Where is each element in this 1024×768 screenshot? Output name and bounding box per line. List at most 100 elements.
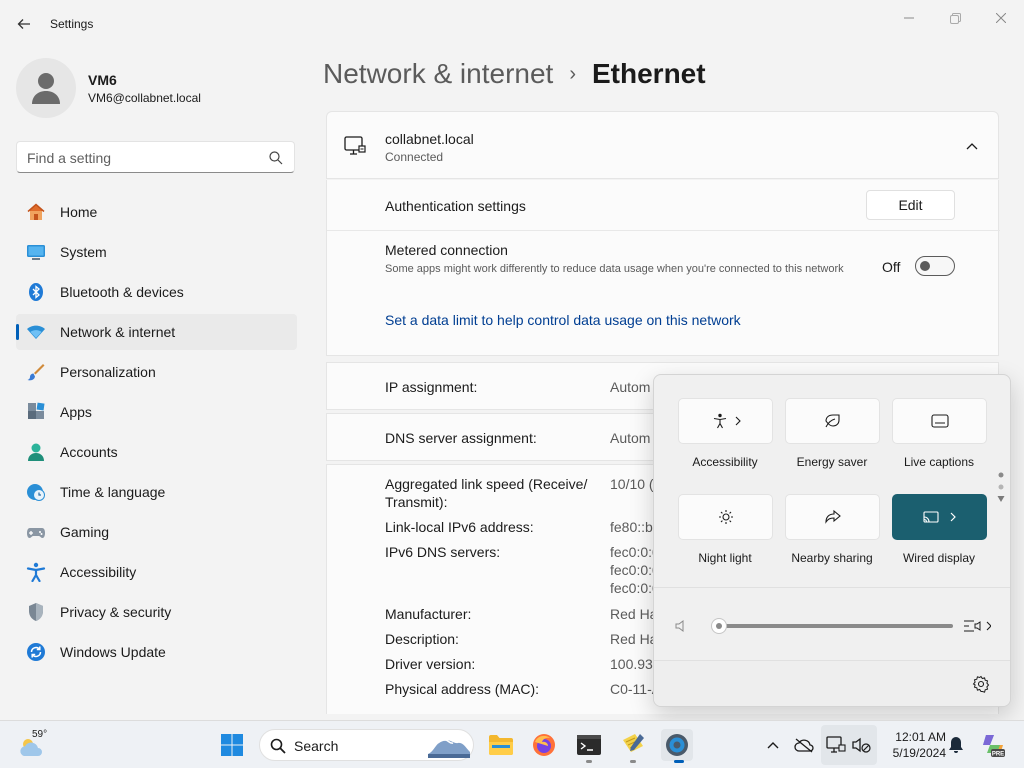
link-local-ipv6-value: fe80::b (610, 519, 653, 535)
search-input[interactable] (27, 148, 257, 168)
accounts-icon (28, 443, 44, 461)
leaf-icon (824, 414, 840, 428)
sidebar-item-network[interactable]: Network & internet (16, 314, 297, 350)
driver-version-value: 100.93. (610, 656, 657, 672)
volume-slider-thumb[interactable] (711, 618, 727, 634)
sidebar-item-bluetooth[interactable]: Bluetooth & devices (16, 274, 297, 310)
gear-icon (666, 734, 688, 756)
back-arrow-icon (17, 19, 30, 29)
gamepad-icon (27, 528, 45, 538)
sidebar-item-label: Network & internet (60, 324, 176, 340)
metered-connection-toggle[interactable] (915, 256, 955, 276)
folder-icon (489, 735, 513, 755)
ip-assignment-label: IP assignment: (385, 379, 478, 395)
divider (327, 230, 1000, 231)
sidebar-item-privacy[interactable]: Privacy & security (16, 594, 297, 630)
sidebar-item-personalization[interactable]: Personalization (16, 354, 297, 390)
shield-icon (29, 603, 43, 621)
firefox-button[interactable] (528, 729, 560, 761)
find-setting-search[interactable] (16, 141, 295, 173)
sidebar-item-time-language[interactable]: Time & language (16, 474, 297, 510)
sidebar-item-label: Apps (60, 404, 92, 420)
onedrive-button[interactable] (794, 735, 814, 755)
show-hidden-icons-button[interactable] (763, 735, 783, 755)
sidebar-nav: Home System Bluetooth & devices Network … (16, 194, 297, 674)
clock-time[interactable]: 12:01 AM (880, 730, 946, 744)
svg-text:PRE: PRE (992, 752, 1004, 758)
edit-button[interactable]: Edit (866, 190, 955, 220)
collapse-button[interactable] (962, 136, 982, 156)
sidebar-item-label: Home (60, 204, 98, 220)
tile-label: Nearby sharing (791, 551, 873, 565)
avatar[interactable] (16, 58, 76, 118)
running-indicator (674, 760, 684, 763)
quick-settings-footer (654, 660, 1010, 706)
audio-output-button[interactable] (960, 615, 994, 637)
sidebar-item-label: Personalization (60, 364, 156, 380)
description-value: Red Ha (610, 631, 658, 647)
sidebar-item-apps[interactable]: Apps (16, 394, 297, 430)
minimize-icon (904, 17, 914, 19)
sidebar-item-system[interactable]: System (16, 234, 297, 270)
volume-slider-track[interactable] (712, 624, 953, 628)
taskbar-search[interactable]: Search (259, 729, 474, 761)
minimize-button[interactable] (895, 8, 923, 28)
sidebar-item-accounts[interactable]: Accounts (16, 434, 297, 470)
close-button[interactable] (987, 8, 1015, 28)
manufacturer-value: Red Ha (610, 606, 658, 622)
connection-header[interactable]: collabnet.local Connected (326, 111, 999, 179)
chevron-up-icon (966, 143, 978, 150)
home-icon (27, 203, 45, 220)
restore-icon (949, 12, 961, 24)
wired-display-tile[interactable] (892, 494, 987, 540)
clock-date[interactable]: 5/19/2024 (880, 746, 946, 760)
authentication-settings-label: Authentication settings (385, 198, 526, 214)
page-indicator[interactable] (997, 471, 1005, 507)
tile-label: Accessibility (692, 455, 758, 469)
page-title: Ethernet (592, 58, 706, 89)
sidebar-item-label: Windows Update (60, 644, 166, 660)
cloud-offline-icon (794, 738, 814, 753)
weather-temperature: 59° (32, 729, 48, 740)
data-limit-link[interactable]: Set a data limit to help control data us… (385, 312, 741, 328)
notifications-button[interactable] (946, 735, 966, 755)
nearby-sharing-tile[interactable] (785, 494, 880, 540)
apps-icon (28, 402, 45, 419)
accessibility-tile[interactable] (678, 398, 773, 444)
sidebar-item-gaming[interactable]: Gaming (16, 514, 297, 550)
tile-label: Energy saver (796, 455, 868, 469)
night-light-tile[interactable] (678, 494, 773, 540)
copilot-button[interactable]: PRE (980, 732, 1006, 758)
restore-button[interactable] (941, 8, 969, 28)
ip-assignment-value: Autom (610, 379, 651, 395)
speaker-muted-icon[interactable] (674, 618, 690, 634)
settings-app-button[interactable] (661, 729, 693, 761)
dns-assignment-label: DNS server assignment: (385, 430, 537, 446)
start-button[interactable] (216, 729, 248, 761)
breadcrumb-parent[interactable]: Network & internet (323, 58, 553, 89)
file-explorer-button[interactable] (485, 729, 517, 761)
metered-toggle-state: Off (882, 259, 901, 275)
sidebar-item-home[interactable]: Home (16, 194, 297, 230)
accessibility-icon (26, 562, 46, 582)
energy-saver-tile[interactable] (785, 398, 880, 444)
brush-icon (27, 364, 45, 381)
network-tray-icon (826, 735, 846, 755)
close-icon (996, 13, 1006, 23)
sun-icon (718, 510, 733, 524)
search-icon[interactable] (268, 150, 284, 166)
back-button[interactable] (12, 12, 36, 36)
sidebar-item-accessibility[interactable]: Accessibility (16, 554, 297, 590)
windows-logo-icon (221, 734, 243, 756)
ipv6-dns-label: IPv6 DNS servers: (385, 544, 501, 560)
driver-version-label: Driver version: (385, 656, 476, 672)
sidebar-item-windows-update[interactable]: Windows Update (16, 634, 297, 670)
gear-icon[interactable] (972, 675, 990, 693)
notes-app-button[interactable] (617, 729, 649, 761)
share-icon (824, 509, 841, 524)
globe-clock-icon (27, 484, 45, 501)
ethernet-icon (826, 736, 846, 753)
live-captions-tile[interactable] (892, 398, 987, 444)
system-icon (27, 245, 45, 260)
terminal-button[interactable] (573, 729, 605, 761)
